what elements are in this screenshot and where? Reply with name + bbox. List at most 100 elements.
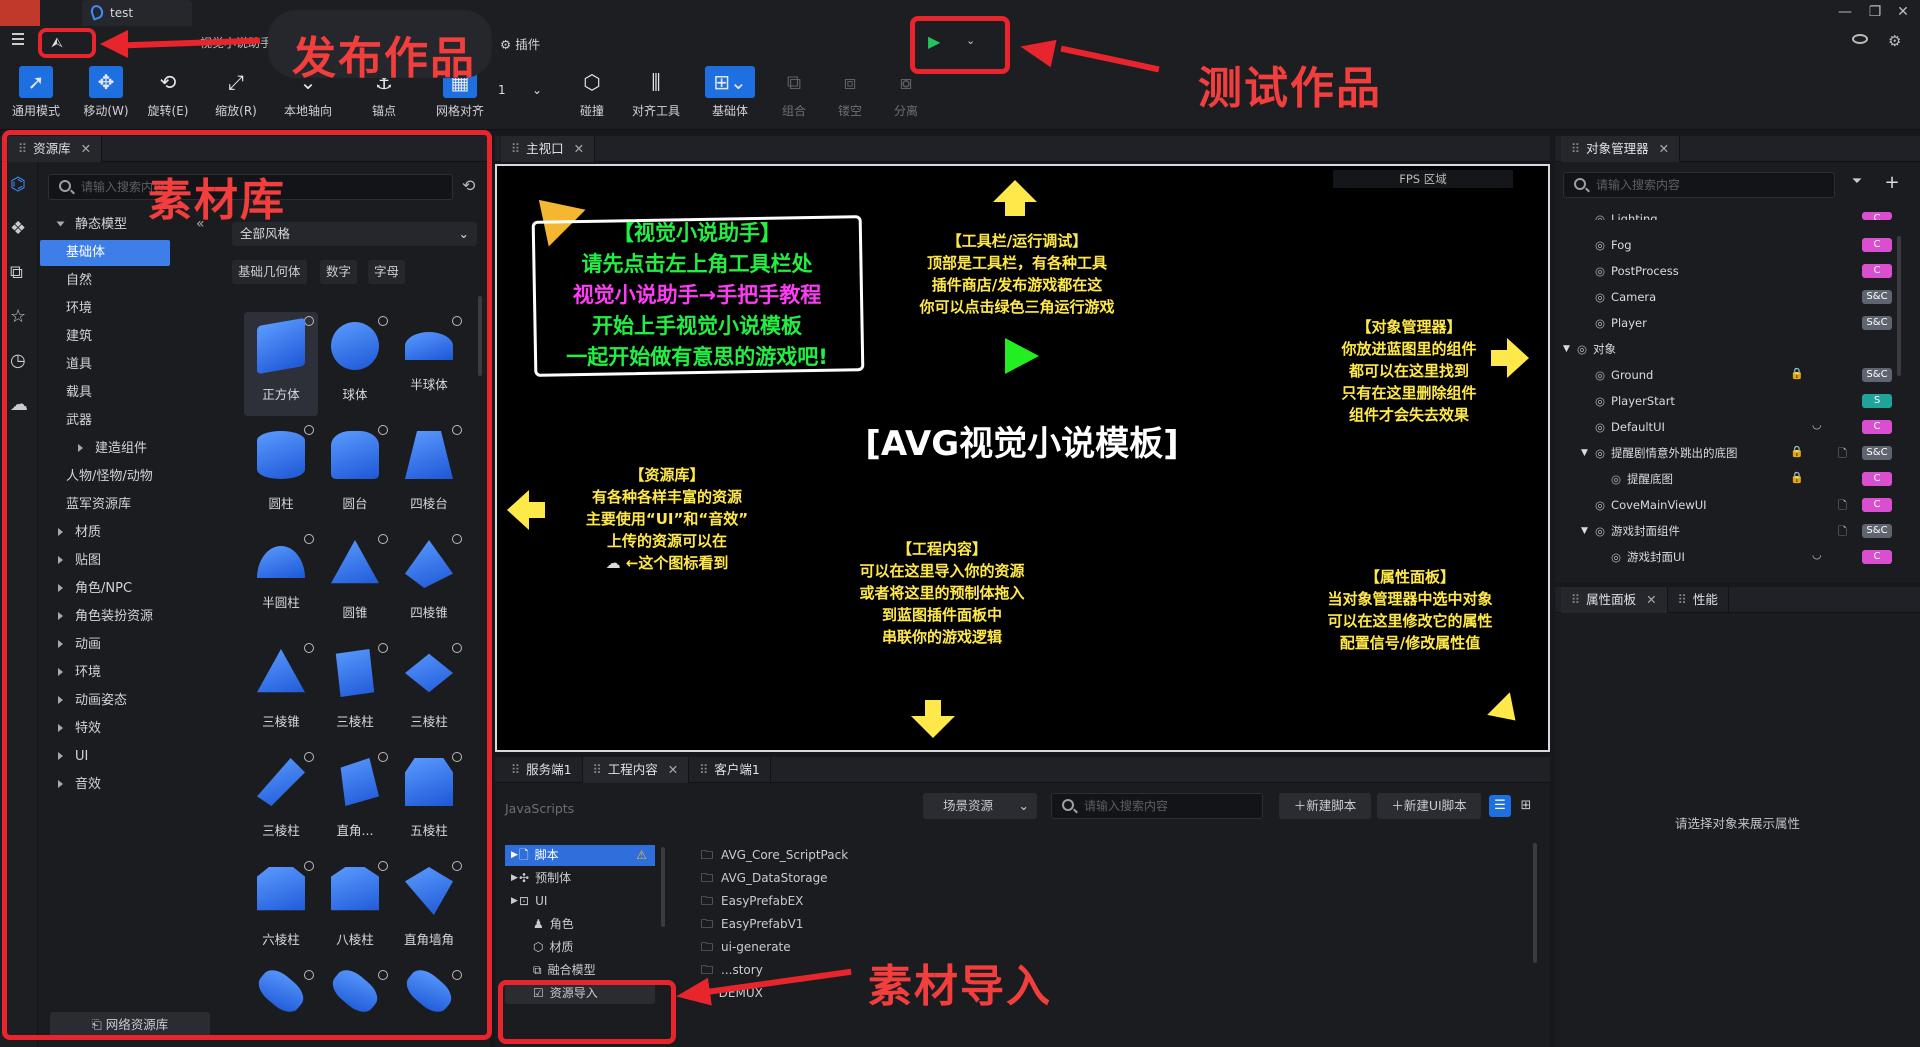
tab-project-content[interactable]: ⠿ 工程内容 ✕ <box>582 757 690 783</box>
zoom-icon[interactable] <box>452 316 462 326</box>
asset-item[interactable]: 半球体 <box>392 312 466 416</box>
close-icon[interactable]: ✕ <box>574 141 584 156</box>
filter-chip[interactable]: 数字 <box>320 260 358 284</box>
object-search-input[interactable]: 请输入搜索内容 <box>1563 172 1835 198</box>
asset-item[interactable]: 直角墙角 <box>392 857 466 961</box>
category-item[interactable]: 人物/怪物/动物 <box>40 464 170 490</box>
object-row[interactable]: ◎ PostProcess <box>1595 261 1890 282</box>
clock-icon[interactable]: ◷ <box>10 350 26 371</box>
tab-properties[interactable]: ⠿ 属性面板 ✕ <box>1561 587 1668 613</box>
project-tab[interactable]: test <box>82 0 192 26</box>
cloud-upload-icon[interactable]: ☁ <box>10 394 28 415</box>
add-object-icon[interactable]: + <box>1879 172 1905 196</box>
close-icon[interactable]: ✕ <box>1646 592 1656 607</box>
hidden-eye-icon[interactable]: ◡ <box>1812 418 1822 431</box>
file-item[interactable]: 🗀 EasyPrefabV1 <box>701 914 1101 935</box>
scene-view[interactable]: FPS 区域 【视觉小说助手】 请先点击左上角工具栏处 视觉小说助手→手把手教程… <box>495 164 1550 752</box>
asset-item[interactable] <box>392 964 466 1026</box>
asset-item[interactable]: 圆锥 <box>318 530 392 634</box>
tool-scale[interactable]: ⤢ 缩放(R) <box>204 66 268 126</box>
document-icon[interactable]: 🗋 <box>1838 523 1847 542</box>
zoom-icon[interactable] <box>304 425 314 435</box>
close-icon[interactable]: ✕ <box>668 762 678 777</box>
expand-arrow-icon[interactable]: ▶ <box>511 891 518 912</box>
object-row[interactable]: ◎ Player <box>1595 313 1890 334</box>
category-item[interactable]: 贴图 <box>40 548 170 574</box>
tool-primitive[interactable]: ⊞⌄ 基础体 <box>698 66 762 126</box>
object-row[interactable]: ◎ Fog <box>1595 235 1890 256</box>
list-view-icon[interactable]: ☰ <box>1489 795 1511 817</box>
lock-icon[interactable]: 🔒 <box>1790 367 1804 380</box>
tree-item[interactable]: ⬡ 材质 <box>505 937 655 958</box>
zoom-icon[interactable] <box>378 970 388 980</box>
object-row[interactable]: ◎ DefaultUI <box>1595 417 1890 438</box>
object-row[interactable]: ◎ Camera <box>1595 287 1890 308</box>
close-icon[interactable]: ✕ <box>1659 141 1669 156</box>
zoom-icon[interactable] <box>452 970 462 980</box>
lock-icon[interactable]: 🔒 <box>1790 471 1804 484</box>
star-icon[interactable]: ☆ <box>10 306 26 327</box>
object-row[interactable]: ◎ 游戏封面UI <box>1611 547 1890 568</box>
tree-item[interactable]: ☑ 资源导入 <box>505 983 655 1004</box>
zoom-icon[interactable] <box>378 643 388 653</box>
tab-main-viewport[interactable]: ⠿ 主视口 ✕ <box>501 136 596 162</box>
asset-item[interactable]: 三棱锥 <box>244 639 318 743</box>
scene-asset-select[interactable]: 场景资源 ⌄ <box>923 793 1037 819</box>
tab-server[interactable]: ⠿ 服务端1 <box>501 757 583 783</box>
tree-item[interactable]: ▶ ✣ 预制体 <box>505 868 655 889</box>
settings-icon[interactable]: ⚙ <box>1888 32 1901 50</box>
zoom-icon[interactable] <box>304 861 314 871</box>
tool-split[interactable]: ⧇ 分离 <box>874 66 938 126</box>
network-library-button[interactable]: ⎗ 网络资源库 <box>50 1012 210 1038</box>
asset-item[interactable]: 六棱柱 <box>244 857 318 961</box>
category-item[interactable]: 蓝军资源库 <box>40 492 170 518</box>
hidden-eye-icon[interactable]: ◡ <box>1812 548 1822 561</box>
file-item[interactable]: 🗀 AVG_Core_ScriptPack <box>701 845 1101 866</box>
tree-scrollbar[interactable] <box>661 847 665 927</box>
category-item[interactable]: 角色装扮资源 <box>40 604 170 630</box>
expand-arrow-icon[interactable] <box>58 640 63 648</box>
green-play-icon[interactable] <box>1005 338 1039 374</box>
document-icon[interactable]: 🗋 <box>1838 497 1847 516</box>
lock-icon[interactable]: 🔒 <box>1790 445 1804 458</box>
object-row[interactable]: ◎ PlayerStart <box>1595 391 1890 412</box>
plugins-menu[interactable]: ⚙ 插件 <box>500 34 540 53</box>
object-row[interactable]: ◎ Lighting <box>1595 209 1890 220</box>
expand-arrow-icon[interactable]: ▼ <box>1563 339 1570 360</box>
category-item[interactable]: 材质 <box>40 520 170 546</box>
zoom-icon[interactable] <box>452 752 462 762</box>
asset-item[interactable]: 三棱柱 <box>392 639 466 743</box>
play-icon[interactable]: ▶ <box>928 32 940 51</box>
expand-arrow-icon[interactable] <box>58 724 63 732</box>
zoom-icon[interactable] <box>304 316 314 326</box>
asset-item[interactable]: 三棱柱 <box>244 748 318 852</box>
asset-item[interactable]: 正方体 <box>244 312 318 416</box>
asset-item[interactable]: 五棱柱 <box>392 748 466 852</box>
minimize-button[interactable]: — <box>1828 0 1862 26</box>
project-search-input[interactable]: 请输入搜索内容 <box>1051 793 1263 819</box>
category-item[interactable]: 音效 <box>40 772 170 798</box>
document-icon[interactable]: 🗋 <box>1838 445 1847 464</box>
asset-item[interactable]: 八棱柱 <box>318 857 392 961</box>
asset-item[interactable]: 球体 <box>318 312 392 416</box>
expand-arrow-icon[interactable] <box>58 612 63 620</box>
tool-hollow[interactable]: ⧈ 镂空 <box>818 66 882 126</box>
asset-item[interactable]: 圆台 <box>318 421 392 525</box>
expand-arrow-icon[interactable] <box>58 556 63 564</box>
asset-scrollbar[interactable] <box>478 296 482 376</box>
play-dropdown-icon[interactable]: ⌄ <box>966 34 975 47</box>
filter-chip[interactable]: 字母 <box>368 260 406 284</box>
zoom-icon[interactable] <box>378 534 388 544</box>
zoom-icon[interactable] <box>452 425 462 435</box>
zoom-icon[interactable] <box>452 861 462 871</box>
zoom-icon[interactable] <box>452 534 462 544</box>
expand-arrow-icon[interactable]: ▼ <box>1581 521 1588 542</box>
expand-arrow-icon[interactable] <box>58 696 63 704</box>
expand-arrow-icon[interactable] <box>58 668 63 676</box>
category-item[interactable]: 载具 <box>40 380 170 406</box>
tool-align[interactable]: ⫼ 对齐工具 <box>624 66 688 126</box>
shapes-icon[interactable]: ⌬ <box>10 174 26 195</box>
file-item[interactable]: 🗀 AVG_DataStorage <box>701 868 1101 889</box>
category-item[interactable]: 角色/NPC <box>40 576 170 602</box>
grid-size-select[interactable]: 1 ⌄ <box>494 78 550 102</box>
